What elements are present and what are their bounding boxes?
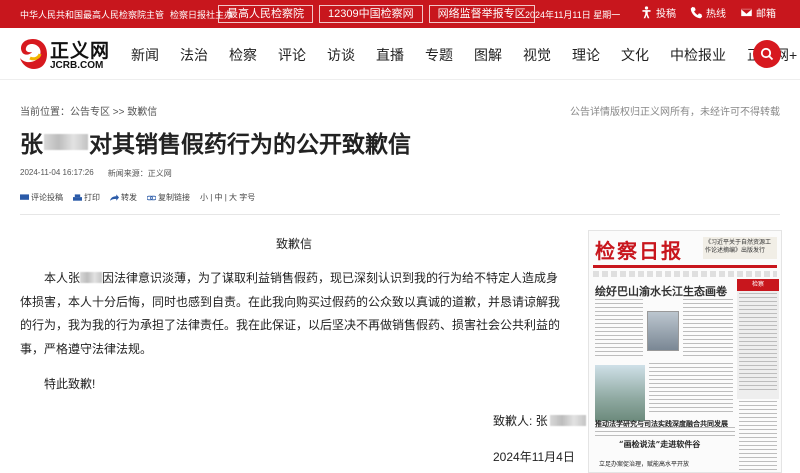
comment-icon — [20, 193, 29, 200]
logo-name: 正义网 — [50, 40, 111, 62]
newspaper-text-column — [595, 299, 643, 359]
print-button[interactable]: 打印 — [73, 192, 100, 203]
hotline-label: 热线 — [706, 9, 726, 20]
phone-icon — [690, 6, 703, 19]
mailbox-link[interactable]: 邮箱 — [740, 5, 776, 20]
logo-mark-icon — [20, 39, 47, 69]
newspaper-text-column — [595, 427, 735, 437]
nav-item-culture[interactable]: 文化 — [621, 45, 649, 65]
link-icon — [147, 195, 156, 200]
nav-item-interviews[interactable]: 访谈 — [327, 45, 355, 65]
header-divider — [20, 214, 780, 215]
copy-link-button[interactable]: 复制链接 — [147, 192, 190, 203]
nav-item-live[interactable]: 直播 — [376, 45, 404, 65]
accessibility-icon — [642, 6, 651, 19]
copyright-notice: 公告详情版权归正义网所有，未经许可不得转载 — [570, 107, 780, 118]
link-report-zone[interactable]: 网络监督举报专区 — [428, 5, 535, 23]
mail-icon — [740, 8, 753, 17]
letter-body-start: 本人张 — [44, 271, 81, 285]
nav-item-press[interactable]: 中检报业 — [670, 45, 726, 65]
redacted-name — [44, 134, 88, 150]
top-bar: 中华人民共和国最高人民检察院主管 检察日报社主办 最高人民检察院 12309中国… — [0, 0, 800, 28]
letter-signature: 致歉人: 张 — [493, 412, 586, 429]
nav-item-news[interactable]: 新闻 — [131, 45, 159, 65]
link-spp[interactable]: 最高人民检察院 — [218, 5, 313, 23]
mailbox-label: 邮箱 — [756, 9, 776, 20]
nav-item-visual[interactable]: 视觉 — [523, 45, 551, 65]
sponsor-text: 中华人民共和国最高人民检察院主管 — [20, 9, 165, 20]
nav-item-procuratorate[interactable]: 检察 — [229, 45, 257, 65]
letter-date: 2024年11月4日 — [493, 450, 575, 464]
top-bar-actions: 投稿 热线 邮箱 — [640, 5, 776, 20]
nav-item-theory[interactable]: 理论 — [572, 45, 600, 65]
forward-icon — [110, 193, 119, 201]
forward-button[interactable]: 转发 — [110, 192, 137, 203]
top-bar-sponsors: 中华人民共和国最高人民检察院主管 检察日报社主办 — [0, 8, 233, 21]
newspaper-text-column — [649, 363, 733, 413]
search-icon — [760, 47, 774, 61]
nav-item-infographics[interactable]: 图解 — [474, 45, 502, 65]
letter-closing: 特此致歉! — [44, 377, 96, 391]
print-label: 打印 — [84, 193, 100, 202]
logo-domain: JCRB.COM — [50, 60, 104, 71]
breadcrumb: 当前位置：公告专区 >> 致歉信 — [20, 107, 158, 118]
letter-body-rest: 因法律意识淡薄，为了谋取利益销售假药，现已深刻认识到我的行为给不特定人造成身体损… — [20, 271, 561, 356]
comment-submit-button[interactable]: 评论投稿 — [20, 192, 63, 203]
redacted-name — [80, 272, 103, 283]
title-prefix: 张 — [20, 131, 43, 157]
page-title: 张 对其销售假药行为的公开致歉信 — [20, 125, 411, 159]
newspaper-thumbnail[interactable]: 检察日报 《习近平关于自然资源工作论述摘编》出版发行 绘好巴山渝水长江生态画卷 … — [588, 230, 782, 473]
newspaper-subhead — [593, 271, 777, 277]
newspaper-side-text — [739, 293, 777, 393]
copy-link-label: 复制链接 — [158, 193, 190, 202]
forward-label: 转发 — [121, 193, 137, 202]
title-suffix: 对其销售假药行为的公开致歉信 — [89, 131, 411, 157]
letter-body: 本人张 因法律意识淡薄，为了谋取利益销售假药，现已深刻认识到我的行为给不特定人造成… — [20, 267, 568, 361]
submit-label: 投稿 — [656, 9, 676, 20]
newspaper-headline-4: 立足办案促治理，赋能高水平开放 — [599, 462, 690, 468]
top-bar-links: 最高人民检察院 12309中国检察网 网络监督举报专区 — [218, 5, 535, 23]
hotline-link[interactable]: 热线 — [690, 5, 726, 20]
newspaper-side-headline: 《习近平关于自然资源工作论述摘编》出版发行 — [703, 237, 777, 259]
article-tools: 评论投稿 打印 转发 复制链接 小 | 中 | 大 字号 — [20, 192, 255, 203]
site-logo[interactable]: 正义网 JCRB.COM — [18, 36, 110, 72]
letter-heading: 致歉信 — [276, 237, 313, 251]
news-source: 新闻来源：正义网 — [107, 169, 172, 178]
signature-label: 致歉人: 张 — [493, 414, 548, 428]
nav-menu: 新闻 法治 检察 评论 访谈 直播 专题 图解 视觉 理论 文化 中检报业 正义… — [131, 45, 800, 65]
nav-item-topics[interactable]: 专题 — [425, 45, 453, 65]
submit-link[interactable]: 投稿 — [640, 5, 676, 20]
publish-time: 2024-11-04 16:17:26 — [20, 168, 94, 177]
newspaper-text-column — [683, 299, 733, 359]
newspaper-headline-3: “画检说法”走进软件谷 — [619, 439, 701, 449]
nav-item-commentary[interactable]: 评论 — [278, 45, 306, 65]
newspaper-landscape-image — [595, 365, 645, 421]
comment-submit-label: 评论投稿 — [31, 193, 63, 202]
newspaper-rule — [593, 265, 777, 268]
current-date: 2024年11月11日 星期一 — [525, 10, 621, 20]
font-size-switcher[interactable]: 小 | 中 | 大 字号 — [200, 192, 255, 203]
article-meta: 2024-11-04 16:17:26 新闻来源：正义网 — [20, 168, 172, 179]
redacted-name — [549, 415, 586, 426]
newspaper-headline: 绘好巴山渝水长江生态画卷 — [595, 285, 727, 298]
search-button[interactable] — [753, 40, 781, 68]
newspaper-side-text — [739, 401, 777, 471]
nav-item-law[interactable]: 法治 — [180, 45, 208, 65]
newspaper-masthead: 检察日报 — [595, 239, 683, 263]
main-nav: 正义网 JCRB.COM 新闻 法治 检察 评论 访谈 直播 专题 图解 视觉 … — [0, 28, 800, 80]
newspaper-side-label: 检察 — [737, 279, 779, 291]
print-icon — [73, 193, 82, 201]
link-12309[interactable]: 12309中国检察网 — [319, 5, 423, 23]
newspaper-portrait-image — [647, 311, 679, 351]
